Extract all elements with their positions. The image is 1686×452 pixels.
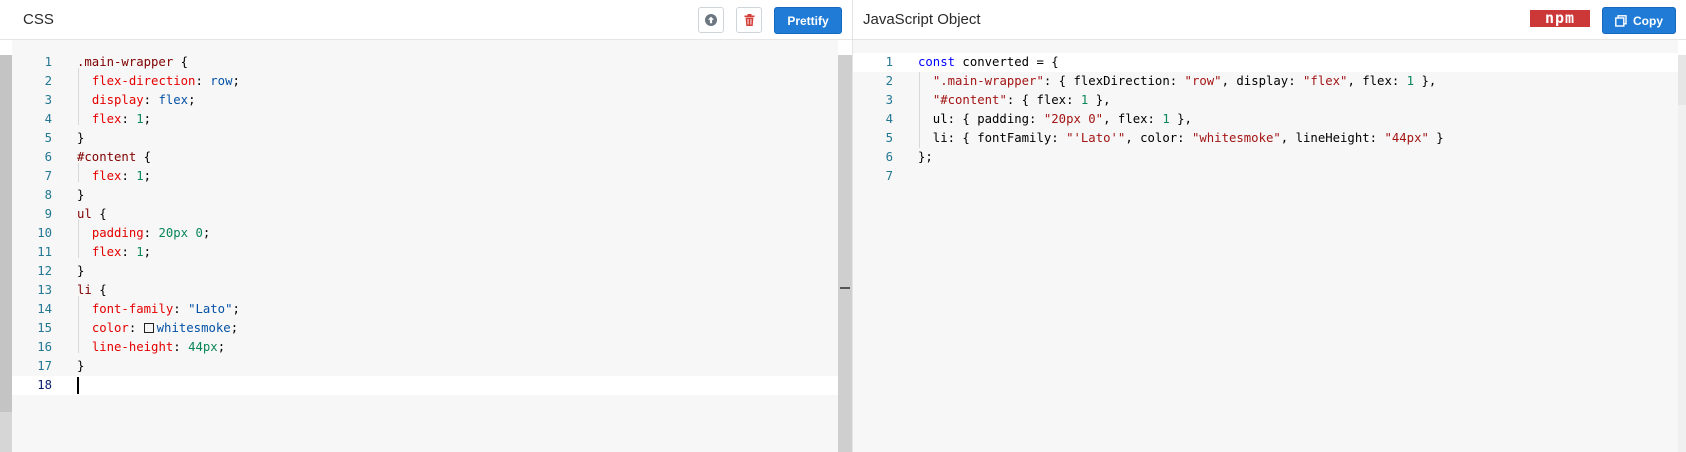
code-line: 15 color: whitesmoke; bbox=[37, 321, 239, 335]
npm-logo[interactable]: npm bbox=[1530, 10, 1590, 27]
prettify-button-label: Prettify bbox=[787, 13, 829, 28]
copy-button[interactable]: Copy bbox=[1602, 7, 1676, 34]
js-editor-scrollbar[interactable] bbox=[1678, 55, 1686, 452]
css-panel-header: CSS Prettify bbox=[0, 0, 852, 40]
js-panel-title: JavaScript Object bbox=[863, 11, 981, 28]
upload-button[interactable] bbox=[698, 7, 724, 33]
code-line: 1 const converted = { bbox=[885, 55, 1059, 69]
code-line: 3 "#content": { flex: 1 }, bbox=[885, 93, 1111, 107]
code-line: 6}; bbox=[885, 150, 933, 164]
code-line: 4 flex: 1; bbox=[44, 112, 152, 126]
code-line: 17} bbox=[37, 359, 85, 373]
copy-icon bbox=[1615, 14, 1627, 27]
code-line: 13 li { bbox=[37, 283, 107, 297]
css-panel-title: CSS bbox=[23, 11, 54, 28]
js-panel-header: JavaScript Object npm Copy bbox=[853, 0, 1686, 40]
code-line: 7 flex: 1; bbox=[44, 169, 152, 183]
code-line: 12} bbox=[37, 264, 85, 278]
code-line: 8} bbox=[44, 188, 85, 202]
code-line: 5} bbox=[44, 131, 85, 145]
code-line: 5 li: { fontFamily: "'Lato'", color: "wh… bbox=[885, 131, 1444, 145]
code-line: 2 ".main-wrapper": { flexDirection: "row… bbox=[885, 74, 1437, 88]
delete-button[interactable] bbox=[736, 7, 762, 33]
npm-logo-text: npm bbox=[1544, 9, 1576, 27]
css-editor-right-scrollbar[interactable] bbox=[838, 55, 852, 452]
upload-icon bbox=[705, 14, 717, 26]
js-panel: JavaScript Object npm Copy 1 const conver… bbox=[852, 0, 1686, 452]
css-editor[interactable]: 1 .main-wrapper { 2 flex-direction: row; … bbox=[12, 40, 838, 452]
code-line: 16 line-height: 44px; bbox=[37, 340, 226, 354]
code-line: 6 #content { bbox=[44, 150, 152, 164]
code-line: 1 .main-wrapper { bbox=[44, 55, 189, 69]
code-line: 3 display: flex; bbox=[44, 93, 196, 107]
code-line: 10 padding: 20px 0; bbox=[37, 226, 211, 240]
copy-button-label: Copy bbox=[1633, 13, 1663, 28]
code-line: 2 flex-direction: row; bbox=[44, 74, 240, 88]
trash-icon bbox=[744, 14, 754, 26]
js-editor[interactable]: 1 const converted = { 2 ".main-wrapper": … bbox=[853, 40, 1678, 452]
code-line: 14 font-family: "Lato"; bbox=[37, 302, 240, 316]
code-line: 7 bbox=[885, 169, 893, 183]
code-line-active: 18 bbox=[12, 376, 838, 395]
code-line: 11 flex: 1; bbox=[37, 245, 152, 259]
color-swatch[interactable] bbox=[143, 323, 154, 333]
prettify-button[interactable]: Prettify bbox=[774, 7, 842, 34]
code-line: 4 ul: { padding: "20px 0", flex: 1 }, bbox=[885, 112, 1192, 126]
css-panel: CSS Prettify 1 .main-wrapper {2 flex-di… bbox=[0, 0, 852, 452]
css-editor-right-scrollbar-thumb[interactable] bbox=[838, 55, 852, 452]
code-line: 9 ul { bbox=[44, 207, 107, 221]
text-cursor bbox=[77, 377, 79, 394]
